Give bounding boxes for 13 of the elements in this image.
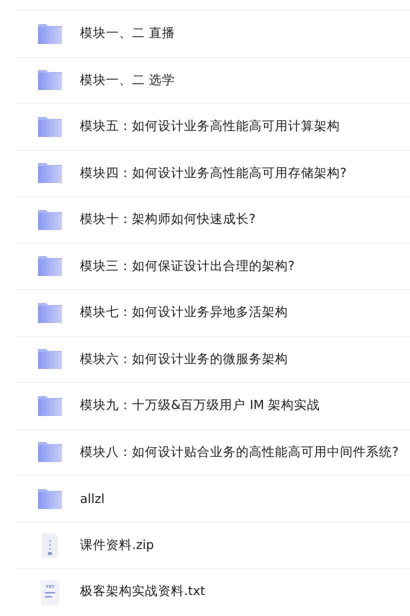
file-name[interactable]: 模块三：如何保证设计出合理的架构? — [80, 258, 295, 275]
file-name[interactable]: 模块九：十万级&百万级用户 IM 架构实战 — [80, 397, 320, 414]
file-name[interactable]: 模块一、二 选学 — [80, 72, 175, 89]
file-name[interactable]: 模块五：如何设计业务高性能高可用计算架构 — [80, 118, 340, 136]
file-name[interactable]: 模块四：如何设计业务高性能高可用存储架构? — [80, 164, 347, 182]
file-name[interactable]: 极客架构实战资料.txt — [80, 583, 206, 600]
file-name[interactable]: 模块一、二 直播 — [80, 25, 175, 42]
file-name[interactable]: 模块八：如何设计贴合业务的高性能高可用中间件系统? — [80, 444, 399, 461]
file-name[interactable]: 模块十：架构师如何快速成长? — [80, 211, 256, 228]
file-name[interactable]: 模块六：如何设计业务的微服务架构 — [80, 350, 288, 368]
file-name[interactable]: allzl — [80, 491, 105, 506]
file-name[interactable]: 课件资料.zip — [80, 536, 154, 554]
file-name[interactable]: 模块七：如何设计业务异地多活架构 — [80, 304, 288, 322]
